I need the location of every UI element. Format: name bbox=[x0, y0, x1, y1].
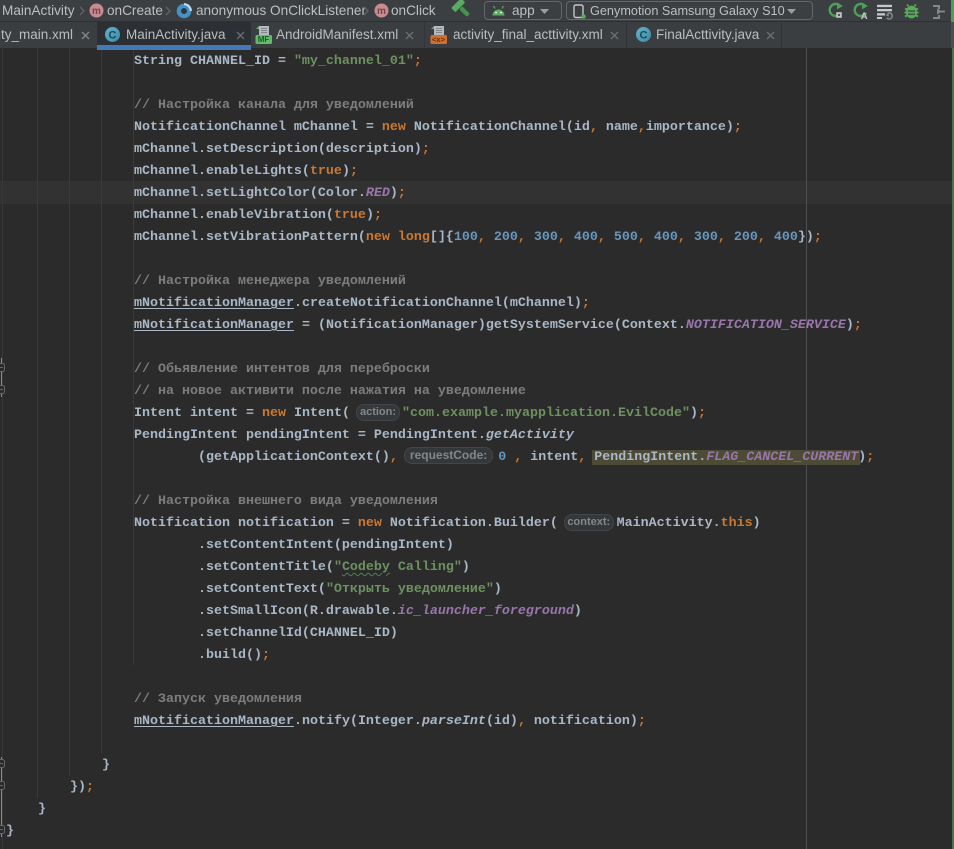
svg-text:A: A bbox=[861, 11, 868, 21]
svg-text:<x>: <x> bbox=[432, 35, 446, 44]
svg-text:MF: MF bbox=[258, 35, 270, 44]
svg-text:m: m bbox=[92, 6, 101, 17]
svg-text:C: C bbox=[640, 30, 648, 42]
svg-text:C: C bbox=[109, 30, 117, 42]
svg-text:m: m bbox=[377, 6, 386, 17]
